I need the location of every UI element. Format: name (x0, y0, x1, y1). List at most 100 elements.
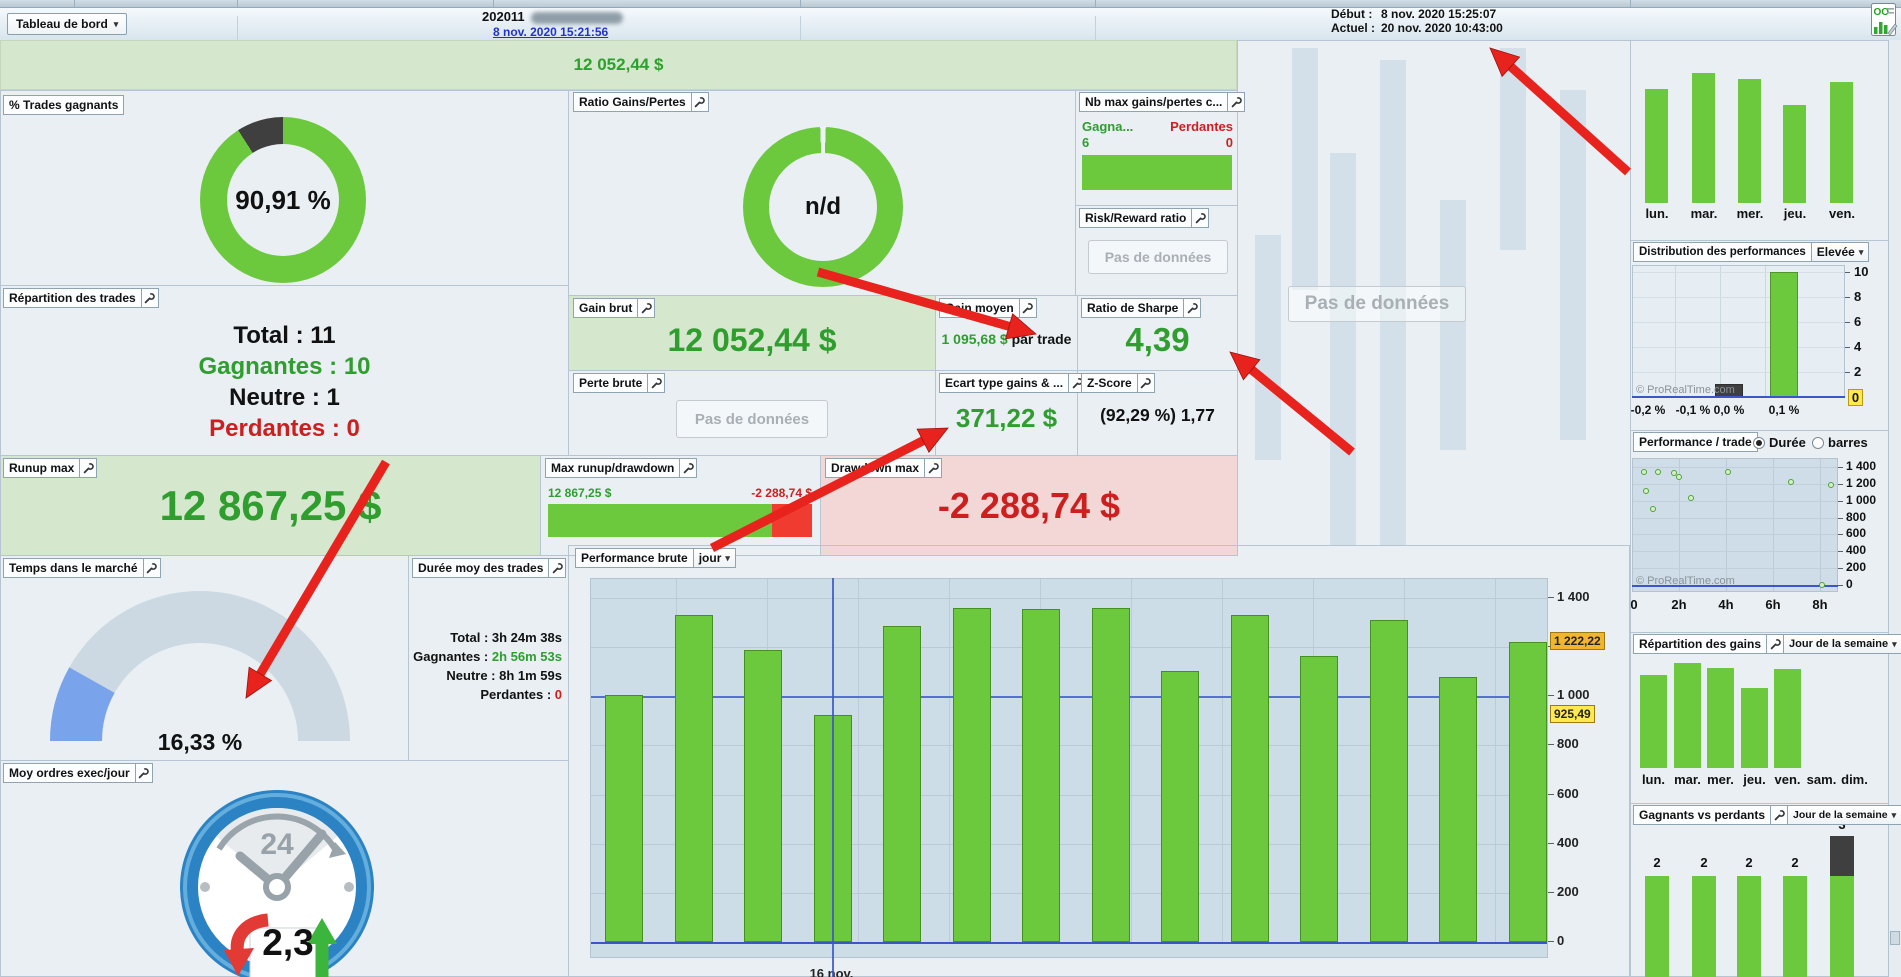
y-axis-label: 600 (1846, 526, 1867, 540)
placeholder-bar (1292, 48, 1318, 290)
grid-line (1633, 297, 1844, 298)
wrench-icon[interactable] (925, 458, 943, 478)
grid-line (1633, 322, 1844, 323)
time-in-market-value: 16,33 % (157, 728, 243, 755)
chevron-down-icon: ▾ (725, 552, 730, 563)
wrench-icon[interactable] (648, 373, 666, 393)
gains-bar (1640, 675, 1667, 768)
y-axis-label: 8 (1854, 289, 1862, 304)
axis-tick (1845, 372, 1850, 373)
distribution-dropdown[interactable]: Elevée ▾ (1811, 242, 1870, 262)
day-label: jeu. (1743, 772, 1766, 787)
stacked-bar-green (1692, 876, 1716, 977)
pct-trades-donut-chart: 90,91 % (200, 117, 366, 283)
stacked-bar-green (1737, 876, 1761, 977)
wrench-icon[interactable] (638, 298, 656, 318)
wrench-icon[interactable] (680, 458, 698, 478)
y-axis-label: 800 (1557, 736, 1579, 751)
toolbar (0, 8, 1901, 48)
y-axis-label: 600 (1557, 786, 1579, 801)
wrench-icon[interactable] (1192, 208, 1210, 228)
wrench-icon[interactable] (143, 558, 161, 578)
duree-line: Neutre : 8h 1m 59s (446, 668, 562, 683)
placeholder-bar (1255, 235, 1281, 460)
grid-line (1773, 459, 1774, 591)
repartition-gains-dropdown[interactable]: Jour de la semaine ▾ (1784, 634, 1901, 654)
y-axis-label: 2 (1854, 364, 1862, 379)
axis-value-marker: 925,49 (1550, 705, 1595, 723)
perf-bar (674, 615, 713, 942)
vertical-scrollbar[interactable] (1888, 40, 1901, 977)
x-axis-label: 8h (1812, 597, 1828, 612)
wrench-icon[interactable] (691, 92, 709, 112)
y-axis-label: 200 (1846, 560, 1867, 574)
grid-line (1633, 501, 1837, 502)
gagnants-perdants-dropdown[interactable]: Jour de la semaine ▾ (1788, 805, 1901, 825)
duree-line: Perdantes : 0 (480, 687, 562, 702)
grid-line (1765, 266, 1766, 396)
chevron-down-icon: ▾ (1892, 638, 1897, 649)
y-axis-label: 800 (1846, 510, 1867, 524)
day-label: lun. (1645, 206, 1669, 221)
stacked-bar-green (1830, 876, 1854, 977)
app-window-icon[interactable]: OO (1871, 3, 1898, 38)
axis-tick (1838, 568, 1843, 569)
week-bar (1738, 79, 1761, 203)
x-axis-label: 0,0 % (1713, 403, 1745, 417)
day-label: lun. (1641, 772, 1666, 787)
nb-max-bar-chart (1082, 155, 1232, 190)
radio-duree[interactable]: Durée (1753, 435, 1806, 450)
repartition-trades-list: Total : 11 Gagnantes : 10 Neutre : 1 Perdan… (15, 320, 554, 444)
gains-bar (1741, 688, 1768, 768)
wrench-icon[interactable] (80, 458, 98, 478)
scrollbar-thumb[interactable] (1890, 931, 1900, 945)
axis-tick (1548, 794, 1554, 795)
day-label: dim. (1841, 772, 1868, 787)
gagnants-perdants-title: Gagnants vs perdants (1633, 805, 1772, 825)
nb-max-values-row: 6 0 (1082, 135, 1233, 150)
grid-line (1633, 372, 1844, 373)
day-label: jeu. (1783, 206, 1807, 221)
total-gain-banner: 12 052,44 $ (0, 40, 1237, 90)
center-no-data: Pas de données (1288, 286, 1466, 322)
pct-trades-title: % Trades gagnants (3, 95, 125, 115)
wrench-icon[interactable] (1137, 373, 1155, 393)
document-date-link[interactable]: 8 nov. 2020 15:21:56 (493, 25, 608, 39)
wrench-icon[interactable] (141, 288, 159, 308)
wrench-icon[interactable] (135, 763, 153, 783)
wrench-icon[interactable] (1767, 634, 1785, 654)
z-score-title: Z-Score (1081, 373, 1138, 393)
wrench-icon[interactable] (1019, 298, 1037, 318)
perf-bar (883, 626, 921, 942)
grid-line (1633, 518, 1837, 519)
window-top-strip (0, 0, 1901, 8)
max-drawdown-value: -2 288,74 $ (751, 486, 812, 500)
perf-bar (1161, 670, 1199, 942)
grid-line (1820, 459, 1821, 591)
max-runup-value: 12 867,25 $ (548, 486, 612, 500)
svg-text:24: 24 (260, 828, 294, 861)
axis-tick (1548, 941, 1554, 942)
day-label: mer. (1707, 772, 1734, 787)
perte-brute-no-data: Pas de données (676, 400, 828, 438)
axis-tick (1548, 744, 1554, 745)
wrench-icon[interactable] (1228, 92, 1246, 112)
wrench-icon[interactable] (1771, 805, 1789, 825)
perf-brute-period-dropdown[interactable]: jour ▾ (693, 548, 736, 568)
radio-barres[interactable]: barres (1812, 435, 1868, 450)
scatter-plot (1632, 458, 1838, 592)
ratio-gains-pertes-donut-chart: n/d (743, 127, 903, 287)
view-selector-dropdown[interactable]: Tableau de bord ▾ (7, 13, 128, 35)
repartition-line: Neutre : 1 (229, 384, 340, 411)
wrench-icon[interactable] (549, 558, 567, 578)
wrench-icon[interactable] (1184, 298, 1202, 318)
x-axis-label: 0 (1630, 597, 1638, 612)
axis-tick (1838, 551, 1843, 552)
stacked-bar-green (1783, 876, 1807, 977)
grid-line (1633, 467, 1837, 468)
gains-bar (1707, 668, 1734, 768)
risk-reward-no-data: Pas de données (1088, 240, 1228, 274)
day-label: mer. (1736, 206, 1764, 221)
axis-tick (1845, 272, 1850, 273)
gain-brut-value: 12 052,44 $ (667, 321, 837, 358)
